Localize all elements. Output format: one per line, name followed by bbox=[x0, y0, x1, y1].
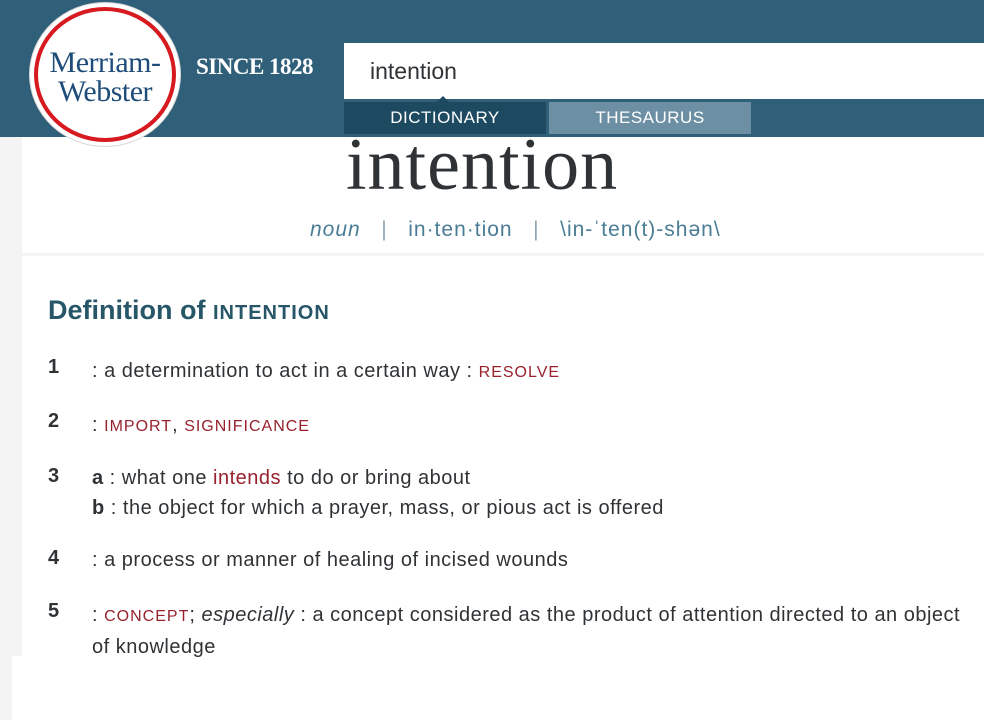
cross-reference-link[interactable]: IMPORT bbox=[104, 418, 172, 435]
sense-body: : IMPORT, SIGNIFICANCE bbox=[92, 410, 972, 442]
definition-title-word: INTENTION bbox=[212, 302, 330, 324]
sense-number: 1 bbox=[48, 356, 60, 378]
sense-text: : a process or manner of healing of inci… bbox=[92, 549, 569, 571]
cross-reference-link[interactable]: RESOLVE bbox=[479, 364, 560, 381]
content-area bbox=[12, 656, 984, 720]
entry-attributes: noun | in·ten·tion | \in-ˈten(t)-shən\ bbox=[310, 218, 721, 242]
logo-text: Merriam- Webster bbox=[30, 46, 180, 108]
syllables: in·ten·tion bbox=[408, 218, 513, 241]
subsense-b: b : the object for which a prayer, mass,… bbox=[92, 493, 972, 523]
logo-line1: Merriam- bbox=[49, 46, 161, 79]
separator: | bbox=[533, 218, 540, 241]
separator: | bbox=[381, 218, 388, 241]
sense-number: 4 bbox=[48, 547, 60, 569]
headword: intention bbox=[346, 124, 619, 206]
subsense-text: : the object for which a prayer, mass, o… bbox=[104, 497, 664, 519]
sense-text: : a determination to act in a certain wa… bbox=[92, 360, 479, 382]
subsense-text: to do or bring about bbox=[281, 467, 471, 489]
definition-title: Definition of INTENTION bbox=[48, 295, 330, 326]
semicolon: ; bbox=[189, 604, 202, 626]
definition-title-label: Definition of bbox=[48, 295, 206, 325]
search-input-value: intention bbox=[370, 57, 457, 84]
sense-number: 3 bbox=[48, 465, 60, 487]
since-tagline: SINCE 1828 bbox=[196, 54, 314, 79]
merriam-webster-logo[interactable]: Merriam- Webster bbox=[30, 3, 180, 146]
subsense-a: a : what one intends to do or bring abou… bbox=[92, 463, 972, 493]
cross-reference-link[interactable]: CONCEPT bbox=[104, 608, 189, 625]
sense-body: : CONCEPT; especially : a concept consid… bbox=[92, 600, 972, 662]
word-link[interactable]: intends bbox=[213, 467, 281, 489]
subsense-letter: b bbox=[92, 497, 105, 519]
sense-body: : a determination to act in a certain wa… bbox=[92, 356, 972, 388]
logo-line2: Webster bbox=[57, 75, 153, 108]
sense-prefix: : bbox=[92, 604, 105, 626]
subsense-letter: a bbox=[92, 467, 104, 489]
sense-body: a : what one intends to do or bring abou… bbox=[92, 463, 972, 523]
pronunciation[interactable]: \in-ˈten(t)-shən\ bbox=[560, 218, 721, 241]
cross-reference-link[interactable]: SIGNIFICANCE bbox=[184, 418, 310, 435]
sense-label-especially: especially bbox=[201, 604, 295, 626]
part-of-speech[interactable]: noun bbox=[310, 218, 361, 241]
sense-number: 5 bbox=[48, 600, 60, 622]
subsense-text: : what one bbox=[103, 467, 214, 489]
sense-prefix: : bbox=[92, 414, 105, 436]
search-input[interactable]: intention bbox=[344, 43, 984, 99]
sense-body: : a process or manner of healing of inci… bbox=[92, 545, 972, 575]
sense-number: 2 bbox=[48, 410, 60, 432]
comma: , bbox=[172, 414, 185, 436]
